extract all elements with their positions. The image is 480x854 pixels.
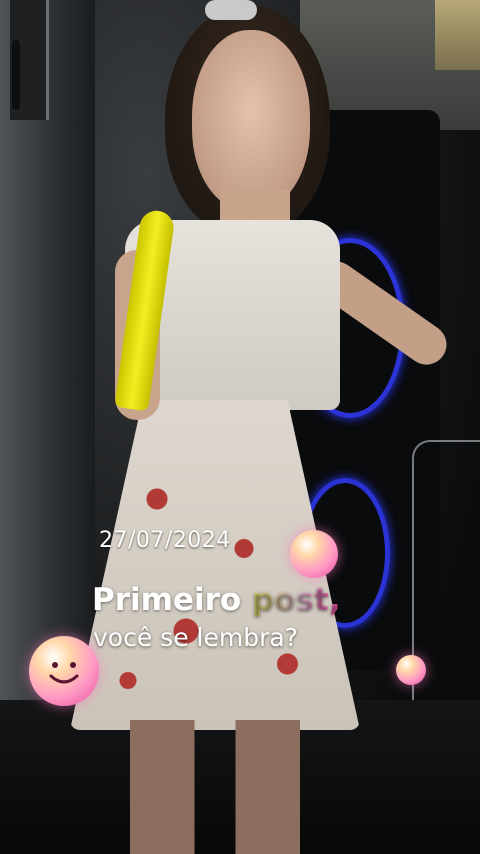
smile-glyph bbox=[49, 662, 79, 684]
bubble-icon bbox=[290, 530, 338, 578]
hair-bow bbox=[205, 0, 257, 20]
memory-headline: Primeiro post, bbox=[92, 582, 341, 618]
memory-subline: você se lembra? bbox=[93, 623, 298, 652]
headline-word: Primeiro bbox=[92, 582, 242, 618]
memory-date: 27/07/2024 bbox=[99, 528, 231, 553]
door-handle bbox=[12, 40, 20, 110]
bubble-icon bbox=[396, 655, 426, 685]
smiling-face-icon bbox=[29, 636, 99, 706]
child-face bbox=[192, 30, 310, 210]
headline-word-highlight: post, bbox=[251, 582, 341, 618]
video-frame: 27/07/2024 Primeiro post, você se lembra… bbox=[0, 0, 480, 854]
child-legs bbox=[130, 720, 300, 854]
cable bbox=[412, 440, 480, 742]
wall-lamp bbox=[435, 0, 480, 70]
